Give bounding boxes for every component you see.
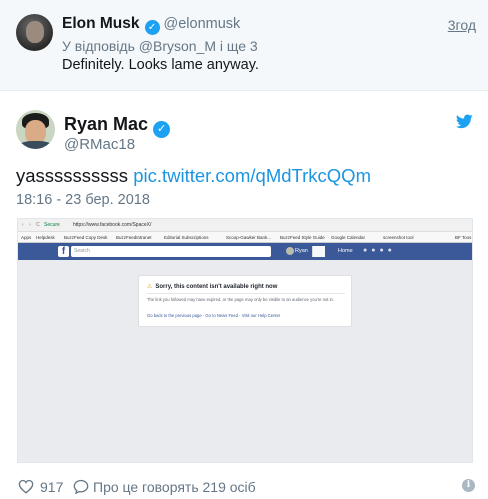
- bookmark-item: Google Calendar: [331, 235, 366, 240]
- author-name-row[interactable]: Ryan Mac ✓: [64, 114, 171, 138]
- error-links: Go back to the previous page · Go to New…: [147, 313, 281, 318]
- divider: [147, 293, 345, 294]
- browser-address-bar: ‹ › C Secure https://www.facebook.com/Sp…: [18, 219, 472, 232]
- facebook-notification-icons: ●●●●: [363, 247, 396, 254]
- facebook-error-card: ⚠ Sorry, this content isn't available rig…: [138, 275, 352, 327]
- bookmark-item: Scoop-Gawker Bank...: [226, 235, 272, 240]
- tweet-media-link[interactable]: pic.twitter.com/qMdTrkcQQm: [133, 165, 371, 186]
- bookmark-item: BuzzFeed Style Guide: [280, 235, 325, 240]
- search-icon: [312, 246, 325, 257]
- parent-tweet-text: Definitely. Looks lame anyway.: [62, 57, 259, 73]
- talking-about-count[interactable]: Про це говорять 219 осіб: [93, 479, 256, 495]
- facebook-logo-icon: f: [58, 246, 69, 257]
- author-avatar[interactable]: [16, 110, 55, 149]
- tweet-timestamp[interactable]: 18:16 - 23 бер. 2018: [16, 192, 150, 208]
- parent-author-handle[interactable]: @elonmusk: [164, 16, 241, 32]
- bookmark-item: BuzzFeed Copy Desk: [64, 235, 108, 240]
- parent-tweet[interactable]: Elon Musk ✓ @elonmusk 3год У відповідь @Br…: [0, 0, 488, 91]
- reply-bubble-icon[interactable]: [73, 479, 89, 494]
- bookmark-item: BF Toos: [455, 235, 472, 240]
- facebook-user-avatar: [286, 247, 294, 255]
- parent-timestamp[interactable]: 3год: [448, 17, 476, 33]
- parent-avatar[interactable]: [16, 14, 53, 51]
- verified-badge-icon: ✓: [144, 20, 160, 35]
- like-count[interactable]: 917: [40, 479, 63, 495]
- facebook-search-input: Search: [71, 246, 325, 257]
- bookmark-item: BuzzFeedIntranet: [116, 235, 152, 240]
- bookmark-item: screenshot tool: [383, 235, 414, 240]
- browser-url: https://www.facebook.com/SpaceX/: [73, 222, 152, 228]
- tweet-actions: 917 Про це говорять 219 осіб i: [18, 478, 475, 496]
- tweet-text: yassssssssss pic.twitter.com/qMdTrkcQQm: [16, 165, 371, 187]
- parent-author[interactable]: Elon Musk ✓ @elonmusk: [62, 15, 240, 35]
- twitter-bird-icon[interactable]: [456, 114, 473, 129]
- tweet-page: Elon Musk ✓ @elonmusk 3год У відповідь @Br…: [0, 0, 488, 499]
- facebook-user-name: Ryan: [295, 248, 308, 254]
- bookmarks-bar: Apps Helpdesk BuzzFeed Copy Desk BuzzFee…: [18, 232, 472, 243]
- tweet-image[interactable]: ‹ › C Secure https://www.facebook.com/Sp…: [17, 218, 473, 463]
- author-handle[interactable]: @RMac18: [64, 136, 135, 153]
- error-body: The link you followed may have expired, …: [147, 297, 335, 302]
- tweet-body: yassssssssss: [16, 165, 129, 186]
- verified-badge-icon: ✓: [153, 121, 171, 138]
- facebook-search-placeholder: Search: [74, 248, 90, 254]
- info-icon[interactable]: i: [462, 479, 475, 492]
- heart-icon[interactable]: [18, 479, 34, 494]
- bookmark-item: Apps: [21, 235, 32, 240]
- warning-icon: ⚠: [147, 284, 153, 290]
- secure-lock-label: Secure: [44, 222, 60, 228]
- bookmark-item: Helpdesk: [36, 235, 55, 240]
- error-title-text: Sorry, this content isn't available righ…: [155, 284, 278, 290]
- reply-context[interactable]: У відповідь @Bryson_M і ще 3: [62, 38, 258, 54]
- bookmark-item: Editorial Subscriptions: [164, 235, 209, 240]
- facebook-top-bar: f Search Ryan Home ●●●●: [18, 243, 472, 260]
- author-name[interactable]: Ryan Mac: [64, 114, 148, 134]
- parent-author-name[interactable]: Elon Musk: [62, 15, 140, 32]
- facebook-home-link: Home: [338, 248, 353, 254]
- browser-nav-icons: ‹ › C: [22, 222, 42, 228]
- error-title: ⚠ Sorry, this content isn't available rig…: [147, 283, 277, 290]
